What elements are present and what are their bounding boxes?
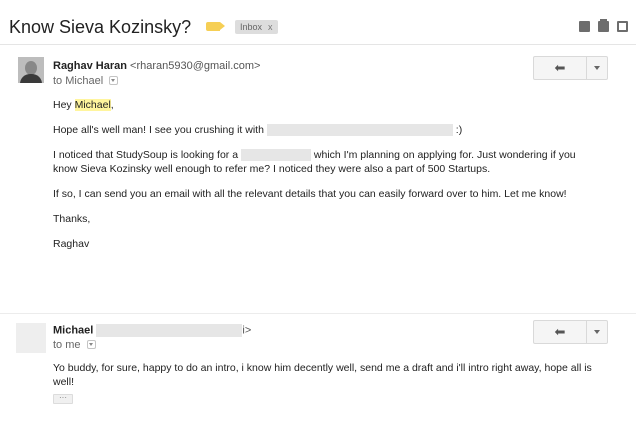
reply-arrow-icon: ⬅ bbox=[554, 324, 566, 339]
greeting-suffix: , bbox=[110, 99, 114, 111]
print-icon[interactable] bbox=[598, 19, 609, 32]
reply-controls: ⬅ bbox=[533, 56, 608, 80]
inbox-label-chip[interactable]: Inbox x bbox=[235, 20, 278, 34]
message-divider bbox=[0, 313, 636, 314]
inbox-label-text: Inbox bbox=[240, 22, 263, 32]
p2-line2: know Sieva Kozinsky well enough to refer… bbox=[53, 163, 491, 175]
body-paragraph-1: Hope all's well man! I see you crushing … bbox=[53, 123, 613, 137]
recipient-name: me bbox=[65, 339, 81, 351]
redacted-email bbox=[96, 324, 243, 337]
sender-email: <rharan5930@gmail.com> bbox=[130, 60, 261, 72]
thread-subject: Know Sieva Kozinsky? bbox=[9, 17, 192, 37]
new-window-icon[interactable] bbox=[617, 21, 628, 32]
show-details-icon[interactable] bbox=[109, 75, 119, 85]
message-body: Yo buddy, for sure, happy to do an intro… bbox=[53, 361, 613, 389]
chevron-down-icon bbox=[594, 330, 600, 334]
show-details-icon[interactable] bbox=[86, 339, 96, 349]
recipient-name: Michael bbox=[65, 75, 104, 87]
thread-toolbar bbox=[579, 19, 628, 32]
more-options-button[interactable] bbox=[587, 56, 608, 80]
greeting-prefix: Hey bbox=[53, 99, 75, 111]
greeting-line: Hey Michael, bbox=[53, 98, 613, 112]
chevron-down-icon bbox=[594, 66, 600, 70]
remove-label-icon[interactable]: x bbox=[268, 22, 273, 32]
reply-arrow-icon: ⬅ bbox=[554, 60, 566, 75]
reply-button[interactable]: ⬅ bbox=[533, 320, 587, 344]
redacted-text bbox=[266, 124, 453, 137]
highlighted-name: Michael bbox=[74, 99, 111, 111]
important-label-icon[interactable] bbox=[206, 22, 225, 31]
avatar-face bbox=[25, 61, 37, 75]
recipient-line: to Michael bbox=[53, 75, 119, 87]
reply-line-1: Yo buddy, for sure, happy to do an intro… bbox=[53, 362, 592, 374]
to-prefix: to bbox=[53, 75, 63, 87]
sender-name[interactable]: Michael bbox=[53, 324, 93, 336]
sender-line: Raghav Haran <rharan5930@gmail.com> bbox=[53, 60, 260, 72]
avatar[interactable] bbox=[18, 57, 44, 83]
to-prefix: to bbox=[53, 339, 63, 351]
show-trimmed-content-button[interactable]: ··· bbox=[53, 394, 73, 404]
p1-end: :) bbox=[455, 124, 463, 136]
sender-line: Michael i> bbox=[53, 324, 251, 337]
avatar[interactable] bbox=[16, 323, 46, 353]
p1-start: Hope all's well man! I see you crushing … bbox=[53, 124, 264, 136]
archive-icon[interactable] bbox=[579, 21, 590, 32]
email-thread-view: Know Sieva Kozinsky? Inbox x Raghav Haran… bbox=[0, 0, 636, 428]
body-paragraph-3: If so, I can send you an email with all … bbox=[53, 188, 567, 200]
sender-name[interactable]: Raghav Haran bbox=[53, 60, 127, 72]
sender-email-tail: i> bbox=[242, 324, 252, 337]
reply-button[interactable]: ⬅ bbox=[533, 56, 587, 80]
message-body: Hey Michael, Hope all's well man! I see … bbox=[53, 98, 613, 251]
more-options-button[interactable] bbox=[587, 320, 608, 344]
signoff: Thanks, bbox=[53, 213, 91, 225]
p2-mid: which I'm planning on applying for. Just… bbox=[313, 149, 576, 161]
recipient-line: to me bbox=[53, 339, 96, 351]
body-paragraph-2: I noticed that StudySoup is looking for … bbox=[53, 148, 613, 176]
signature: Raghav bbox=[53, 238, 90, 250]
avatar-shoulders bbox=[20, 74, 42, 83]
reply-controls: ⬅ bbox=[533, 320, 608, 344]
reply-line-2: well! bbox=[53, 376, 75, 388]
redacted-text bbox=[240, 149, 311, 162]
header-divider bbox=[0, 44, 636, 45]
p2-start: I noticed that StudySoup is looking for … bbox=[53, 149, 239, 161]
